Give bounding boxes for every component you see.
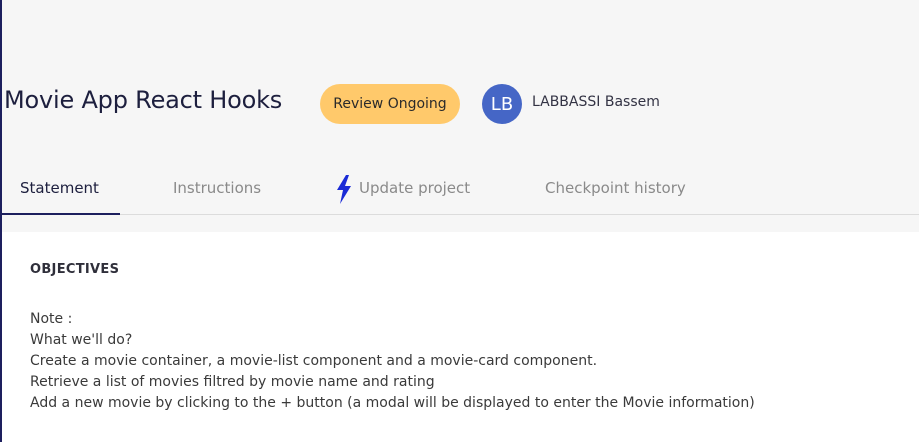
tab-checkpoint-history[interactable]: Checkpoint history bbox=[545, 179, 686, 197]
page-title: Movie App React Hooks bbox=[4, 86, 283, 114]
tab-bar: Statement Instructions Update project Ch… bbox=[0, 164, 919, 215]
lightning-bolt-icon[interactable] bbox=[334, 175, 354, 204]
tab-statement[interactable]: Statement bbox=[20, 179, 99, 197]
tab-update-project[interactable]: Update project bbox=[359, 179, 470, 197]
objectives-heading: OBJECTIVES bbox=[30, 262, 120, 277]
statement-line: Retrieve a list of movies filtred by mov… bbox=[30, 374, 435, 390]
statement-line: What we'll do? bbox=[30, 332, 133, 348]
status-badge: Review Ongoing bbox=[320, 84, 460, 124]
user-name: LABBASSI Bassem bbox=[532, 94, 660, 110]
objectives-text: Note : What we'll do? Create a movie con… bbox=[30, 309, 755, 414]
statement-panel: OBJECTIVES Note : What we'll do? Create … bbox=[2, 232, 919, 442]
tab-instructions[interactable]: Instructions bbox=[173, 179, 261, 197]
statement-line: Create a movie container, a movie-list c… bbox=[30, 353, 598, 369]
statement-line: Add a new movie by clicking to the + but… bbox=[30, 395, 755, 411]
active-tab-indicator bbox=[0, 213, 120, 215]
statement-line: Note : bbox=[30, 311, 73, 327]
avatar: LB bbox=[482, 84, 522, 124]
